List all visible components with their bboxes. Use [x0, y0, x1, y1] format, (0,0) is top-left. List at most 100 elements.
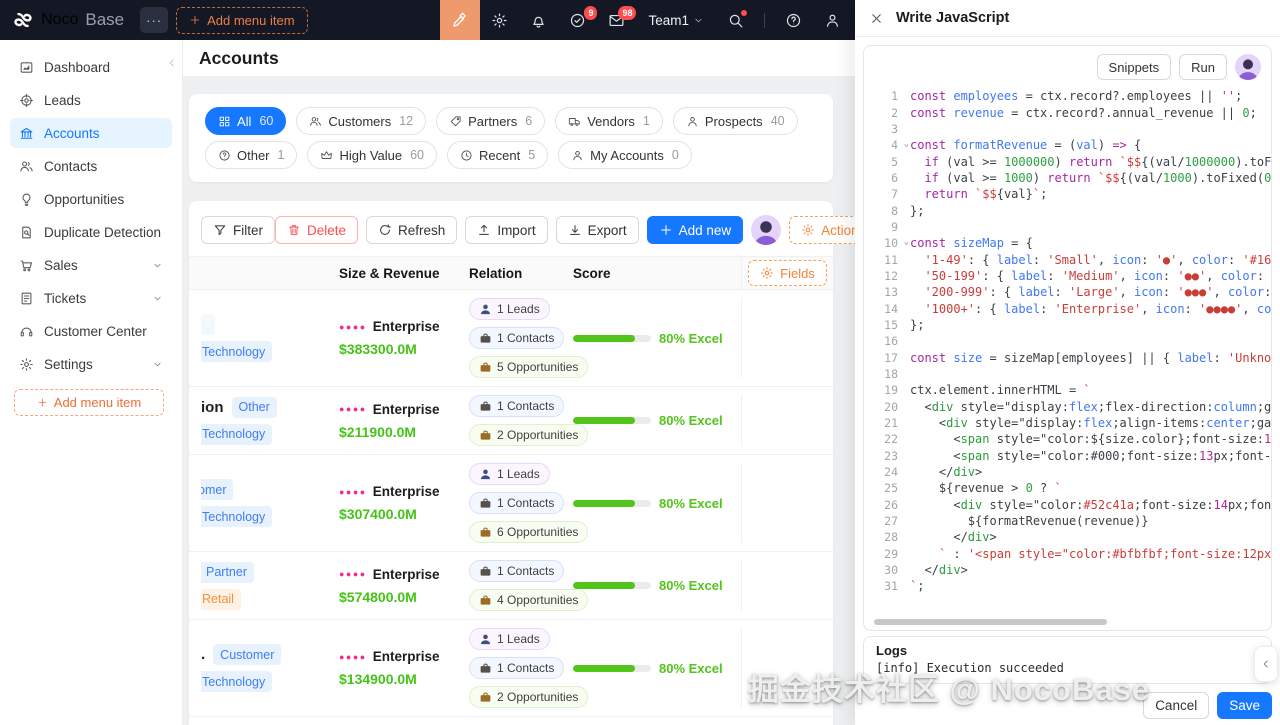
- tab-all[interactable]: All 60: [205, 107, 287, 135]
- sidebar-item-leads[interactable]: Leads: [10, 85, 172, 115]
- line-number: 8: [891, 203, 898, 218]
- sidebar-item-accounts[interactable]: Accounts: [10, 118, 172, 148]
- tab-recent[interactable]: Recent 5: [447, 141, 549, 169]
- add-new-button[interactable]: Add new: [646, 216, 744, 244]
- tab-count: 60: [410, 148, 425, 162]
- sidebar-collapse-icon[interactable]: [166, 57, 178, 69]
- relation-chip-opps[interactable]: 2 Opportunities: [469, 686, 589, 708]
- line-number: 28: [884, 530, 898, 545]
- toolbar-right-group: Delete Refresh Import Export Add new Act…: [275, 215, 855, 245]
- tab-count: 60: [259, 114, 274, 128]
- export-icon: [568, 223, 582, 237]
- code-editor[interactable]: 1 const employees = ctx.record?.employees…: [864, 88, 1271, 595]
- drawer-collapse-handle[interactable]: [1254, 646, 1278, 682]
- filter-button[interactable]: Filter: [201, 216, 275, 244]
- snippets-button[interactable]: Snippets: [1096, 54, 1172, 80]
- drawer-header: Write JavaScript: [855, 0, 1280, 37]
- sidebar-item-label: Sales: [44, 257, 78, 273]
- close-icon[interactable]: [869, 11, 884, 26]
- messages-button[interactable]: 98: [608, 5, 637, 29]
- score-label: 80% Excel: [659, 578, 723, 593]
- highlighter-button[interactable]: [440, 0, 481, 40]
- notifications-button[interactable]: [530, 12, 547, 29]
- cancel-button[interactable]: Cancel: [1143, 692, 1210, 719]
- logs-panel: Logs [info] Execution succeeded: [863, 636, 1272, 684]
- export-button[interactable]: Export: [555, 216, 639, 244]
- avatar[interactable]: [751, 215, 782, 245]
- team-selector[interactable]: Team1: [648, 13, 704, 28]
- refresh-button[interactable]: Refresh: [366, 216, 458, 244]
- crown-icon: [320, 149, 333, 162]
- table-row[interactable]: Technology ●●●● Enterprise $383300.0M 1 Lead…: [189, 290, 833, 387]
- horizontal-scrollbar[interactable]: [874, 619, 1107, 625]
- fields-button[interactable]: Fields: [748, 260, 827, 286]
- tab-customers[interactable]: Customers 12: [296, 107, 427, 135]
- relation-chip-contacts[interactable]: 1 Contacts: [469, 492, 565, 514]
- sidebar-item-contacts[interactable]: Contacts: [10, 151, 172, 181]
- sidebar-add-menu-item-button[interactable]: Add menu item: [14, 389, 164, 416]
- save-button[interactable]: Save: [1217, 692, 1272, 719]
- relation-chip-leads[interactable]: 1 Leads: [469, 298, 550, 320]
- relation-chip-opps[interactable]: 4 Opportunities: [469, 589, 589, 611]
- plus-icon: [37, 397, 48, 408]
- header-more-button[interactable]: ···: [140, 7, 169, 33]
- settings-gear-button[interactable]: [491, 12, 508, 29]
- size-dots: ●●●●: [339, 404, 367, 414]
- line-number: 10 ⌄: [884, 236, 909, 251]
- relation-chip-contacts[interactable]: 1 Contacts: [469, 327, 565, 349]
- sidebar-item-dashboard[interactable]: Dashboard: [10, 52, 172, 82]
- trash-icon: [287, 223, 301, 237]
- page-title: Accounts: [199, 47, 279, 68]
- table-row[interactable]: omer Technology ●●●● Enterprise $307400.0M 1 …: [189, 455, 833, 552]
- table-row[interactable]: . Customer Technology ●●●● Enterprise $134900…: [189, 620, 833, 717]
- sidebar-item-sales[interactable]: Sales: [10, 250, 172, 280]
- chart-icon: [19, 60, 34, 75]
- account-tag: Technology: [201, 423, 273, 445]
- code-line: 6 if (val >= 1000) return `$${(val/1000)…: [864, 170, 1271, 186]
- column-header-size-revenue: Size & Revenue: [339, 265, 440, 281]
- person-icon: [686, 115, 699, 128]
- table-row[interactable]: Partner Retail ●●●● Enterprise $574800.0M 1 C…: [189, 552, 833, 620]
- actions-button[interactable]: Actions: [789, 216, 855, 244]
- tab-vendors[interactable]: Vendors 1: [555, 107, 663, 135]
- delete-button[interactable]: Delete: [275, 216, 359, 244]
- tab-label: Vendors: [587, 113, 635, 129]
- sidebar-item-customer-center[interactable]: Customer Center: [10, 316, 172, 346]
- tasks-button[interactable]: 9: [569, 5, 598, 29]
- tab-prospects[interactable]: Prospects 40: [672, 107, 798, 135]
- relation-chip-contacts[interactable]: 1 Contacts: [469, 560, 565, 582]
- docsearch-icon: [19, 225, 34, 240]
- tab-my-accounts[interactable]: My Accounts 0: [558, 141, 692, 169]
- tab-count: 6: [525, 114, 533, 128]
- logs-title: Logs: [876, 643, 908, 658]
- sidebar-item-settings[interactable]: Settings: [10, 349, 172, 379]
- fields-column-spacer: [741, 395, 833, 446]
- fold-icon[interactable]: ⌄: [904, 237, 909, 247]
- code-line: 26 <div style="color:#52c41a;font-size:1…: [864, 497, 1271, 513]
- relation-chip-contacts[interactable]: 1 Contacts: [469, 657, 565, 679]
- relation-chip-opps[interactable]: 5 Opportunities: [469, 356, 589, 378]
- help-icon: [785, 12, 802, 29]
- import-button[interactable]: Import: [465, 216, 548, 244]
- tab-high-value[interactable]: High Value 60: [307, 141, 438, 169]
- tab-partners[interactable]: Partners 6: [436, 107, 546, 135]
- run-button[interactable]: Run: [1179, 54, 1227, 80]
- page-title-bar: Accounts: [183, 40, 855, 76]
- user-button[interactable]: [824, 12, 841, 29]
- relation-chip-leads[interactable]: 1 Leads: [469, 463, 550, 485]
- header-add-menu-item-button[interactable]: Add menu item: [176, 6, 308, 34]
- sidebar-item-tickets[interactable]: Tickets: [10, 283, 172, 313]
- help-button[interactable]: [785, 12, 802, 29]
- table-row[interactable]: ion Other Technology ●●●● Enterprise $211900.…: [189, 387, 833, 455]
- avatar[interactable]: [1235, 54, 1261, 80]
- sidebar-item-duplicate-detection[interactable]: Duplicate Detection: [10, 217, 172, 247]
- relation-chip-contacts[interactable]: 1 Contacts: [469, 395, 565, 417]
- relation-chip-opps[interactable]: 6 Opportunities: [469, 521, 589, 543]
- relation-chip-opps[interactable]: 2 Opportunities: [469, 424, 589, 446]
- relation-chip-leads[interactable]: 1 Leads: [469, 628, 550, 650]
- tab-other[interactable]: Other 1: [205, 141, 298, 169]
- chip-label: 1 Contacts: [497, 399, 555, 413]
- fold-icon[interactable]: ⌄: [904, 139, 909, 149]
- sidebar-item-opportunities[interactable]: Opportunities: [10, 184, 172, 214]
- search-button[interactable]: [727, 9, 747, 29]
